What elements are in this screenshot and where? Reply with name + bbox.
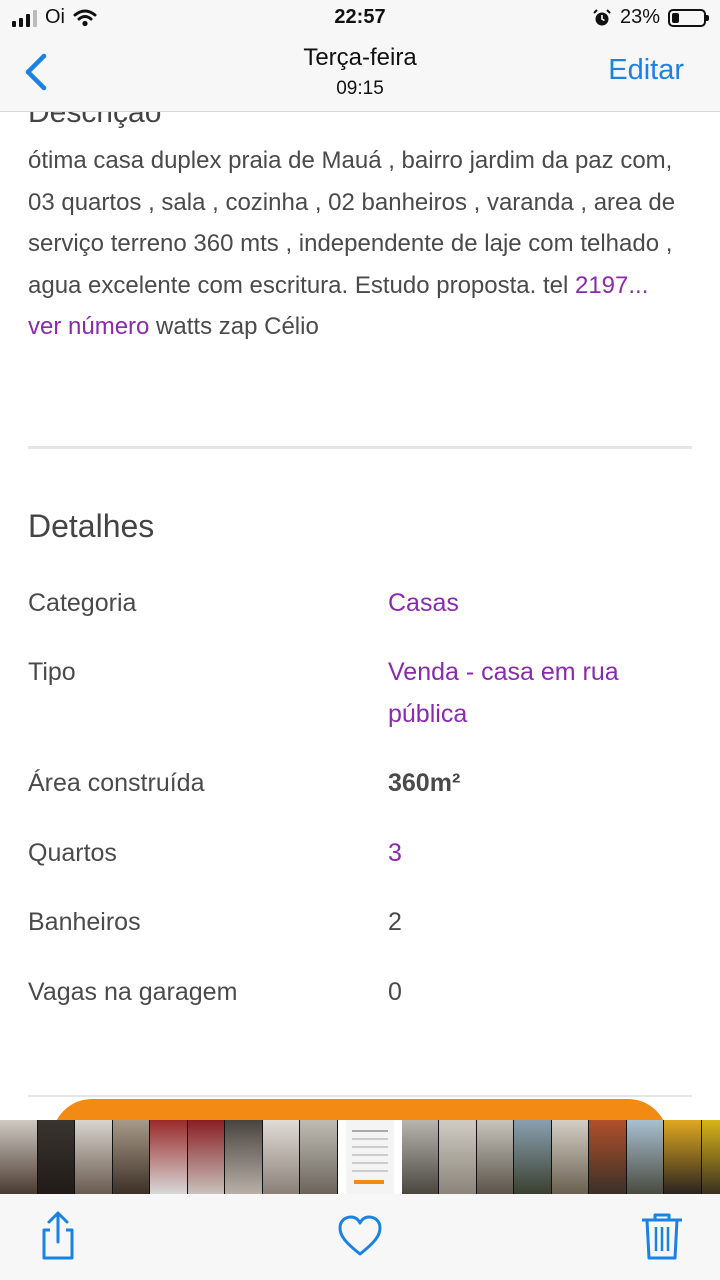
photo-thumbnail-strip[interactable] — [0, 1120, 720, 1194]
battery-percent: 23% — [619, 6, 660, 28]
photo-thumbnail[interactable] — [589, 1120, 627, 1194]
orange-action-button[interactable] — [52, 1099, 668, 1120]
share-button[interactable] — [34, 1210, 82, 1262]
photo-thumbnail[interactable] — [476, 1120, 514, 1194]
alarm-icon — [593, 8, 611, 25]
photo-thumbnail[interactable] — [401, 1120, 439, 1194]
trash-icon — [642, 1213, 682, 1260]
status-bar: Oi 22:57 23% — [0, 0, 720, 36]
details-heading: Detalhes — [28, 508, 155, 544]
detail-value: 0 — [388, 978, 402, 1006]
content-area[interactable]: Descrição ótima casa duplex praia de Mau… — [0, 112, 720, 1120]
photo-thumbnail[interactable] — [551, 1120, 589, 1194]
favorite-button[interactable] — [336, 1210, 384, 1262]
detail-value: 2 — [388, 908, 402, 936]
photo-thumbnail[interactable] — [0, 1120, 38, 1194]
battery-fill — [672, 12, 679, 23]
photo-thumbnail[interactable] — [439, 1120, 477, 1194]
photo-thumbnail[interactable] — [37, 1120, 75, 1194]
navigation-bar: Terça-feira 09:15 Editar — [0, 36, 720, 112]
detail-label: Tipo — [28, 658, 76, 686]
detail-label: Banheiros — [28, 908, 141, 936]
photo-thumbnail[interactable] — [701, 1120, 720, 1194]
photo-thumbnail[interactable] — [300, 1120, 338, 1194]
photo-thumbnail[interactable] — [664, 1120, 702, 1194]
battery-icon — [668, 8, 709, 27]
delete-button[interactable] — [638, 1210, 686, 1262]
photo-thumbnail[interactable] — [187, 1120, 225, 1194]
heart-icon — [338, 1215, 382, 1256]
share-icon — [42, 1211, 74, 1260]
rooms-link[interactable]: 3 — [388, 832, 688, 874]
photo-thumbnail[interactable] — [626, 1120, 664, 1194]
photo-thumbnail[interactable] — [150, 1120, 188, 1194]
description-text: ótima casa duplex praia de Mauá , bairro… — [28, 140, 688, 348]
description-heading: Descrição — [28, 112, 162, 129]
photo-thumbnail[interactable] — [112, 1120, 150, 1194]
detail-label: Área construída — [28, 769, 205, 797]
section-divider — [28, 446, 692, 449]
description-suffix: watts zap Célio — [149, 313, 319, 341]
detail-value: 360m² — [388, 769, 461, 797]
photo-thumbnail[interactable] — [75, 1120, 113, 1194]
detail-label: Quartos — [28, 839, 117, 867]
battery-group: 23% — [592, 6, 709, 29]
photo-thumbnail[interactable] — [514, 1120, 552, 1194]
section-divider — [28, 1095, 692, 1097]
detail-label: Vagas na garagem — [28, 978, 238, 1006]
photo-thumbnail[interactable] — [225, 1120, 263, 1194]
photo-thumbnail-selected[interactable] — [337, 1120, 402, 1194]
edit-button[interactable]: Editar — [608, 54, 684, 87]
type-link[interactable]: Venda - casa em rua pública — [388, 651, 688, 735]
photo-thumbnail[interactable] — [262, 1120, 300, 1194]
bottom-toolbar — [0, 1194, 720, 1280]
detail-label: Categoria — [28, 589, 137, 617]
category-link[interactable]: Casas — [388, 582, 688, 624]
